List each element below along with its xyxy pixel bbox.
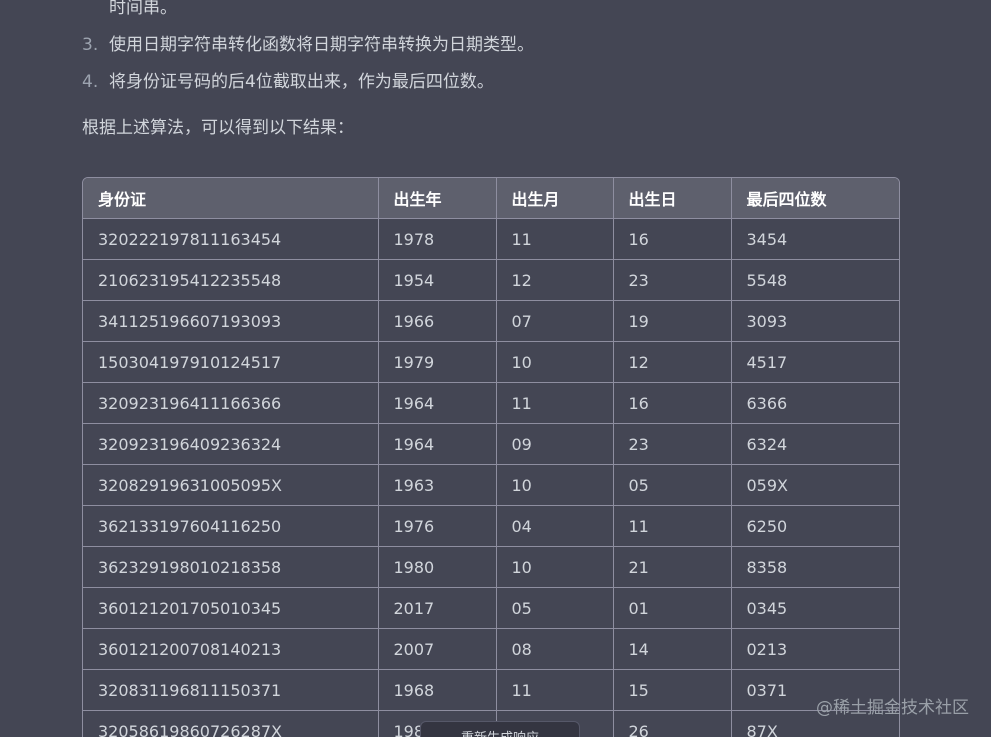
table-row: 362329198010218358 1980 10 21 8358 — [83, 546, 899, 588]
cell-birth-year: 1980 — [377, 546, 497, 588]
cell-birth-day: 16 — [612, 382, 732, 424]
table-row: 320831196811150371 1968 11 15 0371 — [83, 669, 899, 711]
cell-birth-month: 10 — [495, 546, 614, 588]
cell-birth-month: 10 — [495, 464, 614, 506]
cell-id-card: 320923196409236324 — [83, 423, 379, 465]
cell-birth-month: 09 — [495, 423, 614, 465]
header-birth-year: 出生年 — [377, 178, 497, 219]
step-text: 使用日期字符串转化函数将日期字符串转换为日期类型。 — [109, 35, 534, 55]
cell-birth-year: 2007 — [377, 628, 497, 670]
cell-birth-year: 1964 — [377, 382, 497, 424]
result-table: 身份证 出生年 出生月 出生日 最后四位数 320222197811163454… — [83, 178, 899, 737]
step-item: 3. 使用日期字符串转化函数将日期字符串转换为日期类型。 — [82, 27, 534, 64]
cell-birth-year: 1954 — [377, 259, 497, 301]
cell-last-four: 5548 — [730, 259, 899, 301]
cell-birth-month: 11 — [495, 382, 614, 424]
cell-birth-day: 01 — [612, 587, 732, 629]
cell-birth-day: 26 — [612, 710, 732, 737]
cell-birth-year: 1978 — [377, 218, 497, 260]
table-row: 362133197604116250 1976 04 11 6250 — [83, 505, 899, 547]
header-birth-month: 出生月 — [495, 178, 614, 219]
cell-birth-day: 23 — [612, 259, 732, 301]
cell-birth-year: 2017 — [377, 587, 497, 629]
cell-id-card: 360121201705010345 — [83, 587, 379, 629]
cell-birth-day: 12 — [612, 341, 732, 383]
cell-last-four: 6366 — [730, 382, 899, 424]
cell-birth-year: 1966 — [377, 300, 497, 342]
cell-last-four: 3454 — [730, 218, 899, 260]
table-row: 320923196409236324 1964 09 23 6324 — [83, 423, 899, 465]
step-text: 时间串。 — [109, 0, 177, 18]
regenerate-label: 重新生成响应 — [461, 727, 539, 737]
cell-birth-day: 14 — [612, 628, 732, 670]
cell-birth-month: 12 — [495, 259, 614, 301]
table-row: 320923196411166366 1964 11 16 6366 — [83, 382, 899, 424]
table-body: 320222197811163454 1978 11 16 3454 2106231954… — [83, 218, 899, 737]
cell-id-card: 320222197811163454 — [83, 218, 379, 260]
cell-birth-month: 11 — [495, 218, 614, 260]
cell-id-card: 150304197910124517 — [83, 341, 379, 383]
cell-birth-day: 23 — [612, 423, 732, 465]
header-id-card: 身份证 — [83, 178, 379, 219]
cell-id-card: 362133197604116250 — [83, 505, 379, 547]
cell-birth-year: 1976 — [377, 505, 497, 547]
chat-response-page: 时间串。 3. 使用日期字符串转化函数将日期字符串转换为日期类型。 4. 将身份… — [0, 0, 991, 737]
header-birth-day: 出生日 — [612, 178, 732, 219]
result-intro-paragraph: 根据上述算法，可以得到以下结果： — [82, 118, 354, 138]
regenerate-response-button[interactable]: 重新生成响应 — [420, 721, 580, 737]
cell-id-card: 32058619860726287X — [83, 710, 379, 737]
steps-list: 时间串。 3. 使用日期字符串转化函数将日期字符串转换为日期类型。 4. 将身份… — [82, 0, 534, 101]
cell-birth-month: 10 — [495, 341, 614, 383]
table-header-row: 身份证 出生年 出生月 出生日 最后四位数 — [83, 178, 899, 219]
cell-id-card: 320923196411166366 — [83, 382, 379, 424]
cell-birth-day: 21 — [612, 546, 732, 588]
cell-birth-month: 04 — [495, 505, 614, 547]
step-number: 3. — [82, 35, 99, 55]
table-row: 360121200708140213 2007 08 14 0213 — [83, 628, 899, 670]
cell-last-four: 059X — [730, 464, 899, 506]
cell-id-card: 362329198010218358 — [83, 546, 379, 588]
step-item: 时间串。 — [82, 0, 534, 27]
cell-birth-day: 15 — [612, 669, 732, 711]
cell-birth-year: 1968 — [377, 669, 497, 711]
cell-birth-day: 19 — [612, 300, 732, 342]
cell-birth-month: 05 — [495, 587, 614, 629]
header-last-four: 最后四位数 — [730, 178, 899, 219]
cell-last-four: 0213 — [730, 628, 899, 670]
cell-last-four: 4517 — [730, 341, 899, 383]
cell-birth-year: 1964 — [377, 423, 497, 465]
result-table-container: 身份证 出生年 出生月 出生日 最后四位数 320222197811163454… — [82, 177, 900, 737]
cell-id-card: 320831196811150371 — [83, 669, 379, 711]
cell-id-card: 341125196607193093 — [83, 300, 379, 342]
step-text: 将身份证号码的后4位截取出来，作为最后四位数。 — [109, 72, 494, 92]
cell-birth-month: 07 — [495, 300, 614, 342]
cell-last-four: 8358 — [730, 546, 899, 588]
cell-last-four: 3093 — [730, 300, 899, 342]
cell-last-four: 6250 — [730, 505, 899, 547]
cell-id-card: 360121200708140213 — [83, 628, 379, 670]
cell-last-four: 6324 — [730, 423, 899, 465]
cell-birth-year: 1963 — [377, 464, 497, 506]
cell-birth-day: 11 — [612, 505, 732, 547]
table-row: 320222197811163454 1978 11 16 3454 — [83, 218, 899, 260]
cell-last-four: 0345 — [730, 587, 899, 629]
step-item: 4. 将身份证号码的后4位截取出来，作为最后四位数。 — [82, 64, 534, 101]
cell-birth-day: 05 — [612, 464, 732, 506]
step-number: 4. — [82, 72, 99, 92]
table-row: 210623195412235548 1954 12 23 5548 — [83, 259, 899, 301]
cell-id-card: 210623195412235548 — [83, 259, 379, 301]
cell-birth-day: 16 — [612, 218, 732, 260]
table-row: 150304197910124517 1979 10 12 4517 — [83, 341, 899, 383]
cell-id-card: 32082919631005095X — [83, 464, 379, 506]
cell-birth-year: 1979 — [377, 341, 497, 383]
watermark: @稀土掘金技术社区 — [816, 698, 969, 718]
table-row: 32082919631005095X 1963 10 05 059X — [83, 464, 899, 506]
cell-birth-month: 08 — [495, 628, 614, 670]
table-row: 341125196607193093 1966 07 19 3093 — [83, 300, 899, 342]
table-row: 360121201705010345 2017 05 01 0345 — [83, 587, 899, 629]
cell-birth-month: 11 — [495, 669, 614, 711]
